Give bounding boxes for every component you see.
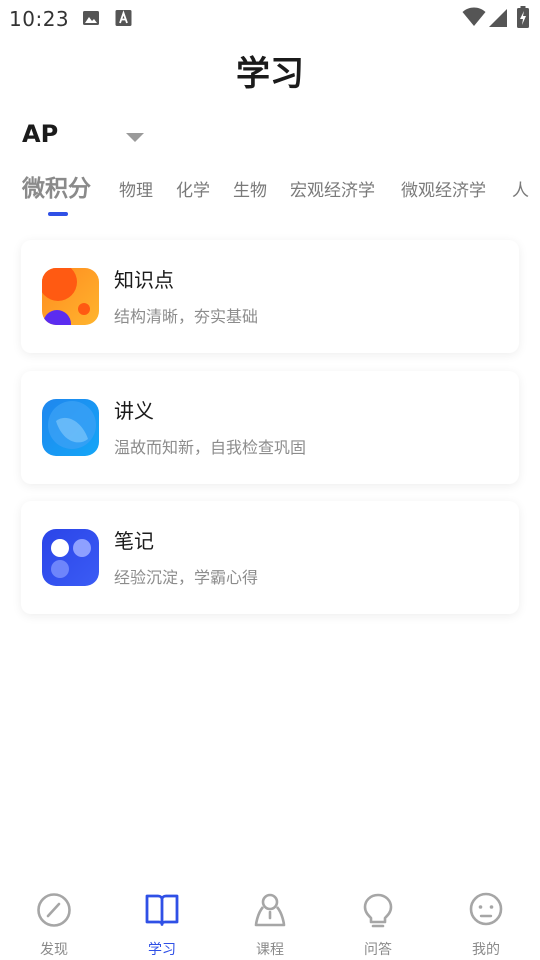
tab-physics[interactable]: 物理 xyxy=(119,168,153,216)
course-icon xyxy=(252,892,288,928)
exam-selector-value: AP xyxy=(22,120,59,148)
handout-card[interactable]: 讲义 温故而知新，自我检查巩固 xyxy=(21,371,519,484)
tab-biology[interactable]: 生物 xyxy=(233,168,267,216)
image-icon xyxy=(82,9,100,31)
tab-more[interactable]: 人 xyxy=(512,168,529,216)
nav-courses[interactable]: 课程 xyxy=(230,890,310,958)
subject-tabs: 微积分 物理 化学 生物 宏观经济学 微观经济学 人 xyxy=(0,168,540,220)
nav-study[interactable]: 学习 xyxy=(122,890,202,958)
nav-label: 问答 xyxy=(364,942,392,958)
knowledge-points-card[interactable]: 知识点 结构清晰，夯实基础 xyxy=(21,240,519,353)
nav-discover[interactable]: 发现 xyxy=(14,890,94,958)
nav-label: 课程 xyxy=(256,942,284,958)
tab-macroeconomics[interactable]: 宏观经济学 xyxy=(290,168,375,216)
nav-label: 学习 xyxy=(148,942,176,958)
knowledge-points-icon xyxy=(42,268,99,325)
profile-icon xyxy=(468,892,504,928)
handout-icon xyxy=(42,399,99,456)
battery-charging-icon xyxy=(517,6,529,32)
nav-label: 我的 xyxy=(472,942,500,958)
tab-label: 物理 xyxy=(119,181,153,201)
cell-signal-icon xyxy=(488,8,508,32)
card-subtitle: 经验沉淀，学霸心得 xyxy=(114,568,259,587)
tab-label: 生物 xyxy=(233,181,267,201)
wifi-icon xyxy=(462,7,486,31)
status-time: 10:23 xyxy=(9,7,70,31)
tab-calculus[interactable]: 微积分 xyxy=(22,168,91,216)
lightbulb-icon xyxy=(360,892,396,928)
tab-label: 人 xyxy=(512,181,529,201)
tab-label: 化学 xyxy=(176,181,210,201)
tab-microeconomics[interactable]: 微观经济学 xyxy=(401,168,486,216)
card-title: 知识点 xyxy=(114,268,174,292)
card-subtitle: 结构清晰，夯实基础 xyxy=(114,307,259,326)
active-tab-indicator xyxy=(48,212,68,216)
tab-label: 宏观经济学 xyxy=(290,181,375,201)
tab-label: 微积分 xyxy=(22,176,91,202)
book-icon xyxy=(144,892,180,928)
nav-qa[interactable]: 问答 xyxy=(338,890,418,958)
compass-icon xyxy=(36,892,72,928)
notes-icon xyxy=(42,529,99,586)
card-title: 讲义 xyxy=(114,399,154,423)
chevron-down-icon xyxy=(126,128,144,147)
notes-card[interactable]: 笔记 经验沉淀，学霸心得 xyxy=(21,501,519,614)
tab-chemistry[interactable]: 化学 xyxy=(176,168,210,216)
nav-me[interactable]: 我的 xyxy=(446,890,526,958)
font-download-icon xyxy=(115,9,132,31)
status-bar: 10:23 xyxy=(0,0,540,36)
card-title: 笔记 xyxy=(114,529,154,553)
page-title: 学习 xyxy=(236,54,304,94)
tab-label: 微观经济学 xyxy=(401,181,486,201)
exam-selector[interactable]: AP xyxy=(22,120,152,152)
card-subtitle: 温故而知新，自我检查巩固 xyxy=(114,438,307,457)
bottom-navigation: 发现 学习 课程 问答 我的 xyxy=(0,880,540,960)
nav-label: 发现 xyxy=(40,942,68,958)
